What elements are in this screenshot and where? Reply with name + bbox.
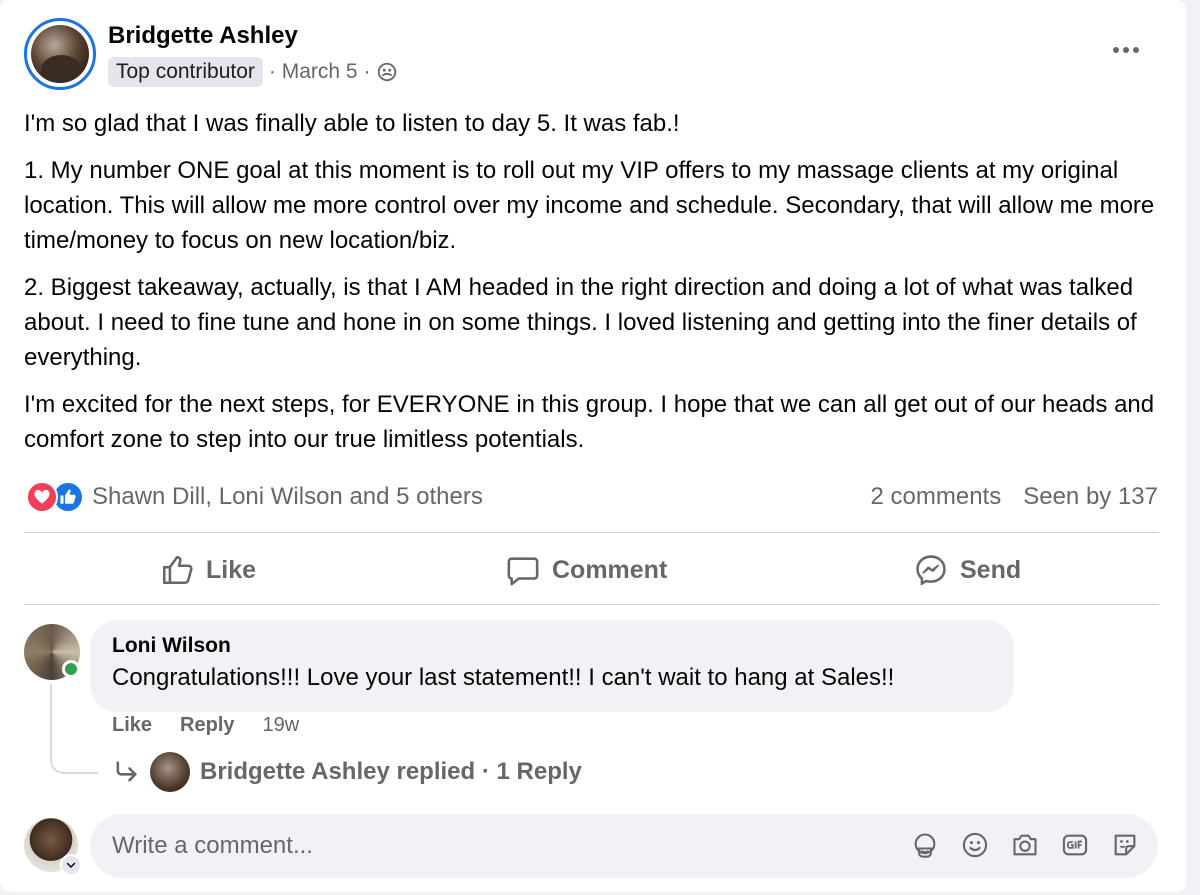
post-meta: Top contributor · March 5 · bbox=[108, 56, 398, 88]
post-paragraph: I'm so glad that I was finally able to l… bbox=[24, 110, 680, 137]
comment-reply-link[interactable]: Reply bbox=[180, 714, 234, 737]
comment-composer bbox=[90, 814, 1158, 878]
comment-author[interactable]: Loni Wilson bbox=[112, 634, 992, 658]
comment-actions: Like Reply 19w bbox=[112, 714, 299, 737]
send-button[interactable]: Send bbox=[914, 546, 1021, 594]
send-button-label: Send bbox=[960, 555, 1022, 584]
reply-arrow-icon bbox=[116, 761, 137, 782]
view-replies-link[interactable]: Bridgette Ashley replied · 1 Reply bbox=[112, 752, 582, 792]
comment-text: Congratulations!!! Love your last statem… bbox=[112, 664, 895, 691]
post-paragraph: I'm excited for the next steps, for EVER… bbox=[24, 391, 1155, 453]
comment-button-label: Comment bbox=[552, 555, 668, 584]
thumbs-up-icon bbox=[162, 555, 193, 585]
comment-like-link[interactable]: Like bbox=[112, 714, 152, 737]
comment-age[interactable]: 19w bbox=[263, 714, 300, 737]
group-audience-icon bbox=[378, 62, 397, 82]
emoji-icon[interactable] bbox=[960, 830, 990, 860]
gif-icon[interactable] bbox=[1060, 830, 1090, 860]
author-name[interactable]: Bridgette Ashley bbox=[108, 22, 298, 50]
comment-bubble: Loni Wilson Congratulations!!! Love your… bbox=[90, 620, 1014, 712]
replies-summary: Bridgette Ashley replied · 1 Reply bbox=[200, 758, 582, 785]
post-stats: 2 comments Seen by 137 bbox=[871, 480, 1159, 514]
post-date[interactable]: · March 5 · bbox=[269, 60, 371, 84]
more-options-icon[interactable] bbox=[1106, 34, 1146, 66]
messenger-icon bbox=[916, 555, 946, 586]
avatar-sticker-icon[interactable] bbox=[910, 830, 940, 860]
author-avatar[interactable] bbox=[24, 18, 96, 90]
post-paragraph: 1. My number ONE goal at this moment is … bbox=[24, 157, 1155, 254]
reactions-summary[interactable]: Shawn Dill, Loni Wilson and 5 others bbox=[26, 480, 483, 514]
top-contributor-badge[interactable]: Top contributor bbox=[108, 57, 263, 87]
reaction-names[interactable]: Shawn Dill, Loni Wilson and 5 others bbox=[92, 483, 483, 511]
post-body: I'm so glad that I was finally able to l… bbox=[24, 106, 1164, 469]
like-button-label: Like bbox=[206, 555, 257, 584]
comment-input[interactable] bbox=[112, 832, 892, 860]
post-card: Bridgette Ashley Top contributor · March… bbox=[0, 0, 1186, 892]
replier-avatar bbox=[150, 752, 190, 792]
comment-button[interactable]: Comment bbox=[506, 546, 667, 594]
reply-thread-line bbox=[50, 684, 98, 774]
composer-tools bbox=[910, 830, 1140, 860]
chevron-down-icon[interactable] bbox=[60, 854, 82, 876]
sticker-icon[interactable] bbox=[1110, 830, 1140, 860]
like-button[interactable]: Like bbox=[160, 546, 256, 594]
post-paragraph: 2. Biggest takeaway, actually, is that I… bbox=[24, 274, 1137, 371]
divider bbox=[24, 604, 1159, 605]
online-status-icon bbox=[62, 660, 80, 678]
camera-icon[interactable] bbox=[1010, 830, 1040, 860]
love-reaction-icon bbox=[26, 481, 58, 513]
divider bbox=[24, 532, 1159, 533]
seen-by-count[interactable]: Seen by 137 bbox=[1023, 483, 1158, 511]
comments-count[interactable]: 2 comments bbox=[871, 483, 1002, 511]
comment-icon bbox=[507, 557, 539, 586]
